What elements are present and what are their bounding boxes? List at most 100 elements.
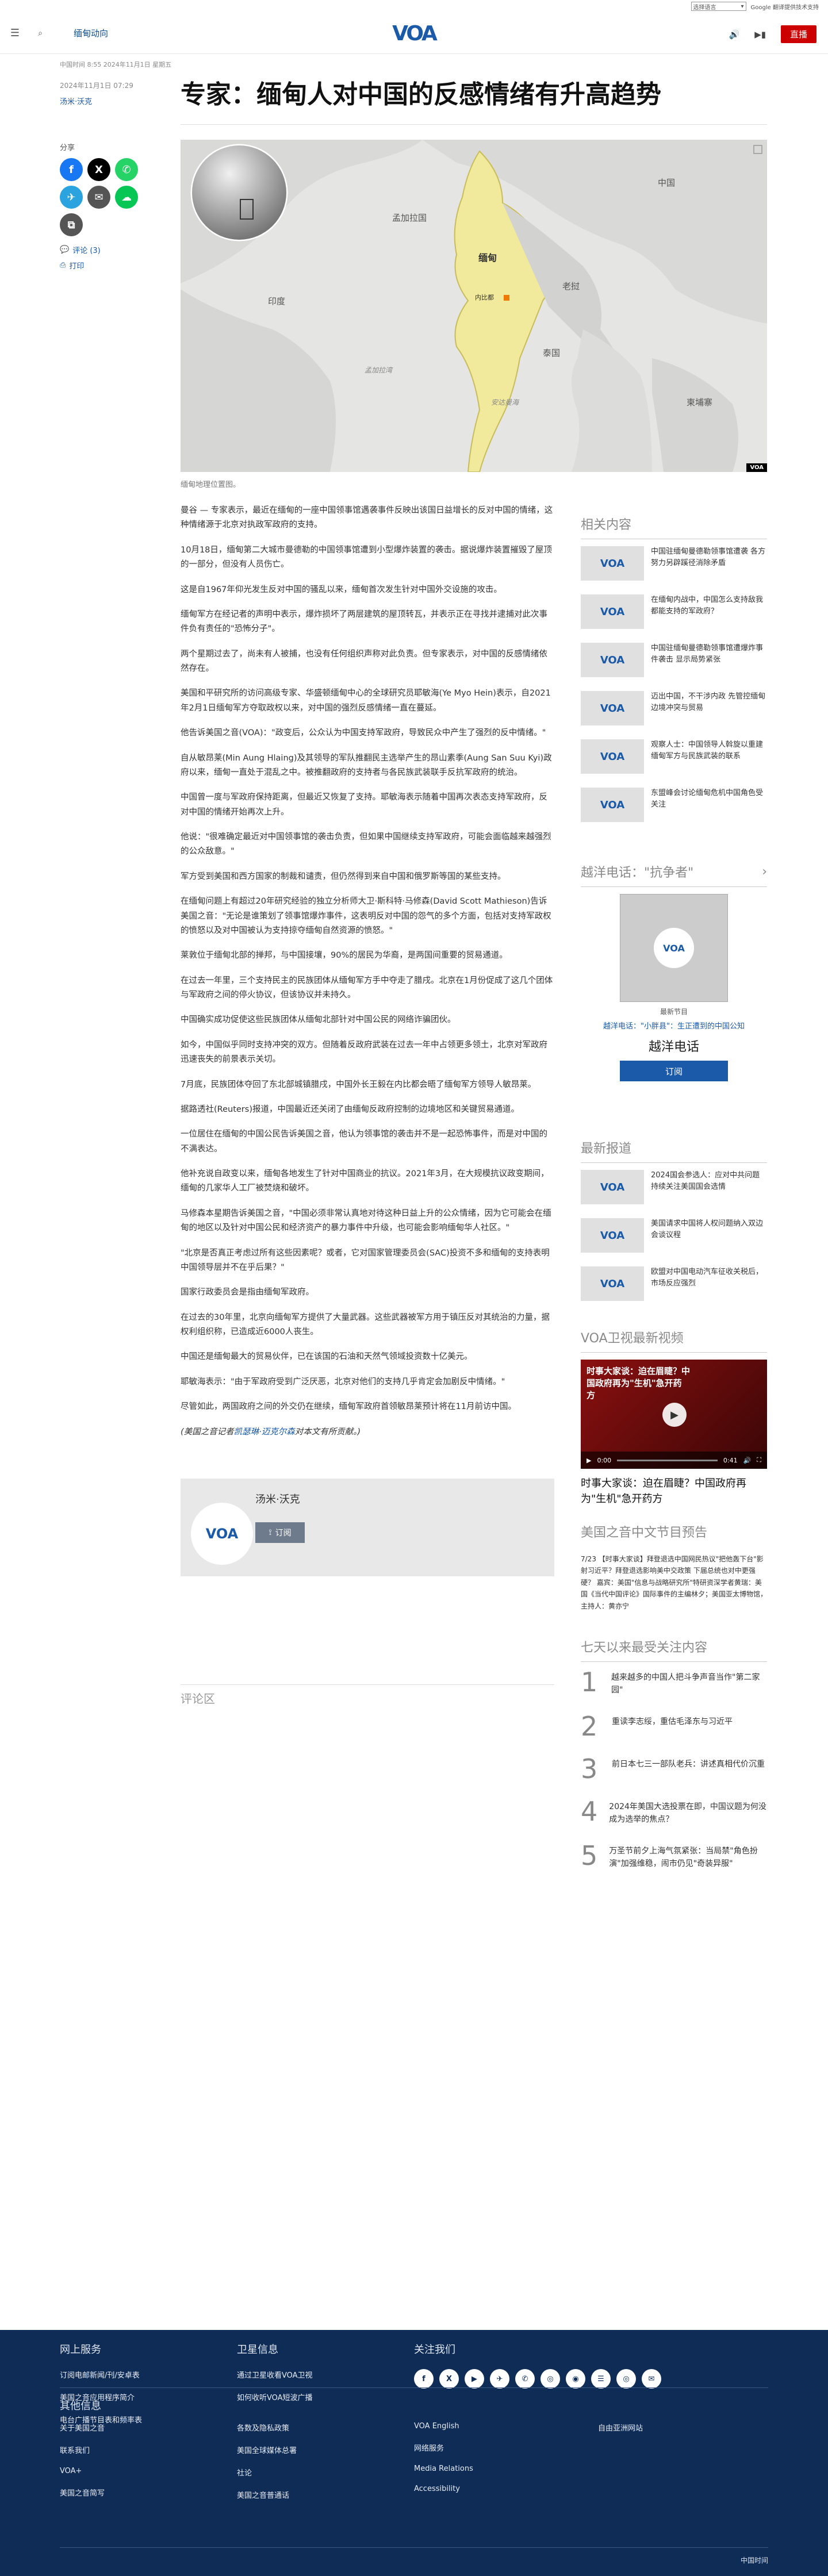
video-icon[interactable]: ▶▮: [754, 29, 766, 40]
footer-link[interactable]: 美国全球媒体总署: [237, 2444, 297, 2455]
list-item[interactable]: VOA 美国请求中国将人权问题纳入双边会谈议程: [581, 1218, 767, 1253]
dateline: 中国时间 8:55 2024年11月1日 星期五: [60, 61, 172, 68]
video-title: VOA卫视最新视频: [581, 1328, 767, 1353]
language-select[interactable]: 选择语言 ▾: [691, 2, 746, 11]
footer-region[interactable]: 中国时间: [741, 2555, 768, 2565]
author-subscribe-button[interactable]: ⟟ 订阅: [255, 1522, 305, 1543]
footer-link[interactable]: 各数及隐私政策: [237, 2422, 297, 2433]
popular-item-title: 前日本七三一部队老兵：讲述真相代价沉重: [612, 1759, 765, 1769]
list-item[interactable]: VOA 迈出中国，不干涉内政 先管控缅甸边境冲突与贸易: [581, 691, 767, 725]
facebook-icon[interactable]: f: [60, 158, 83, 181]
comments-link[interactable]: 💬 评论 (3): [60, 244, 163, 255]
footer-link[interactable]: 订阅电邮新闻/刊/安卓表: [60, 2369, 142, 2380]
thumbnail: VOA: [581, 594, 644, 629]
podcast-episode-link[interactable]: 越洋电话："小胖县"：生正遭到的中国公知: [581, 1020, 767, 1031]
list-item[interactable]: VOA 欧盟对中国电动汽车征收关税后，市场反应强烈: [581, 1266, 767, 1301]
popular-item-title: 重读李志绥，重估毛泽东与习近平: [612, 1717, 733, 1726]
paragraph: 尽管如此，两国政府之间的外交仍在继续，缅甸军政府首领敏昂莱预计将在11月前访中国…: [181, 1402, 516, 1412]
rank-number: 4: [581, 1795, 598, 1827]
article-title: 专家：缅甸人对中国的反感情绪有升高趋势: [181, 80, 661, 109]
list-item[interactable]: VOA 2024国会参选人：应对中共问题持续关注美国国会选情: [581, 1170, 767, 1204]
play-icon[interactable]: ▶: [662, 1403, 687, 1427]
list-item-title: 东盟峰会讨论缅甸危机中国角色受关注: [651, 789, 764, 809]
podcast-subscribe-button[interactable]: 订阅: [620, 1061, 728, 1081]
header-actions: 🔊 ▶▮ 直播: [729, 25, 816, 43]
whatsapp-icon[interactable]: ✆: [515, 2369, 535, 2389]
audio-icon[interactable]: 🔊: [729, 29, 740, 40]
list-item[interactable]: VOA 东盟峰会讨论缅甸危机中国角色受关注: [581, 788, 767, 822]
video-progress[interactable]: [617, 1459, 718, 1461]
footer-link[interactable]: 网络服务: [414, 2442, 473, 2453]
copy-link-icon[interactable]: ⧉: [60, 213, 83, 236]
contributor-link[interactable]: 凯瑟琳·迈克尔森: [234, 1427, 295, 1437]
email-icon[interactable]: ✉: [642, 2369, 661, 2389]
video-headline[interactable]: 时事大家谈：迫在眉睫？中国政府再为"生机"急开药方: [581, 1476, 767, 1507]
related-title-text: 相关内容: [581, 518, 632, 532]
popular-item[interactable]: 4 2024年美国大选投票在即，中国议题为何没成为选举的焦点？: [581, 1798, 767, 1826]
footer-link[interactable]: 美国之音简写: [60, 2487, 105, 2498]
footer-link[interactable]: VOA English: [414, 2422, 473, 2431]
play-small-icon[interactable]: ▶: [586, 1457, 591, 1464]
footer-link[interactable]: 联系我们: [60, 2444, 105, 2455]
video-player[interactable]: 时事大家谈：迫在眉睫？中国政府再为"生机"急开药方 ▶ ▶ 0:00 0:41 …: [581, 1360, 767, 1469]
footer-link[interactable]: 美国之音普通话: [237, 2489, 297, 2500]
x-icon[interactable]: X: [87, 158, 110, 181]
footer-link[interactable]: VOA+: [60, 2467, 105, 2475]
page: 选择语言 ▾ Google 翻译提供技术支持 ☰ ⌕ 缅甸动向 VOA 🔊 ▶▮…: [0, 0, 828, 2576]
telegram-icon[interactable]: ✈: [60, 186, 83, 209]
list-item[interactable]: VOA 中国驻缅甸曼德勒领事馆遭爆炸事件袭击 显示局势紧张: [581, 643, 767, 677]
footer-link[interactable]: 社论: [237, 2467, 297, 2478]
voa-logo[interactable]: VOA: [385, 21, 443, 46]
credit-prefix: (美国之音记者: [181, 1427, 234, 1437]
live-button[interactable]: 直播: [780, 25, 816, 43]
rss-icon[interactable]: ☰: [591, 2369, 611, 2389]
author-name[interactable]: 汤米·沃克: [255, 1491, 300, 1506]
email-icon[interactable]: ✉: [87, 186, 110, 209]
footer-link[interactable]: Media Relations: [414, 2464, 473, 2473]
list-item[interactable]: VOA 中国驻缅甸曼德勒领事馆遭袭 各方努力另辟蹊径消除矛盾: [581, 546, 767, 581]
telegram-icon[interactable]: ✈: [490, 2369, 509, 2389]
podcast-cover[interactable]: VOA: [620, 894, 728, 1002]
popular-item[interactable]: 5 万圣节前夕上海气氛紧张：当局禁"角色扮演"加强维稳，闹市仍见"奇装异服": [581, 1842, 767, 1871]
list-item[interactable]: VOA 在缅甸内战中，中国怎么支持敌我都能支持的军政府？: [581, 594, 767, 629]
footer-link[interactable]: 如何收听VOA短波广播: [237, 2391, 313, 2402]
popular-item[interactable]: 2 重读李志绥，重估毛泽东与习近平: [581, 1713, 767, 1740]
footer-col-2: 各数及隐私政策 美国全球媒体总署 社论 美国之音普通话: [237, 2422, 297, 2512]
list-item-title: 欧盟对中国电动汽车征收关税后，市场反应强烈: [651, 1268, 764, 1288]
footer-link[interactable]: 关于美国之音: [60, 2422, 105, 2433]
facebook-icon[interactable]: f: [414, 2369, 434, 2389]
footer-link[interactable]: Accessibility: [414, 2485, 473, 2493]
map-label-india: 印度: [268, 296, 286, 306]
paragraph: 中国曾一度与军政府保持距离，但最近又恢复了支持。耶敏海表示随着中国再次表态支持军…: [181, 793, 547, 817]
avatar[interactable]: VOA: [191, 1503, 253, 1565]
thumbnail: VOA: [581, 739, 644, 774]
x-icon[interactable]: X: [439, 2369, 459, 2389]
podcast-icon[interactable]: ◉: [566, 2369, 585, 2389]
fullscreen-icon[interactable]: ⛶: [757, 1456, 761, 1464]
paragraph: 美国和平研究所的访问高级专家、华盛顿缅甸中心的全球研究员耶敏海(Ye Myo H…: [181, 689, 551, 713]
latest-title: 最新报道: [581, 1138, 767, 1163]
whatsapp-icon[interactable]: ✆: [115, 158, 138, 181]
popular-item[interactable]: 1 越来越多的中国人把斗争声音当作"第二家园": [581, 1669, 767, 1697]
volume-icon[interactable]: 🔊: [743, 1457, 752, 1464]
list-item-title: 在缅甸内战中，中国怎么支持敌我都能支持的军政府？: [651, 596, 764, 616]
print-link[interactable]: ⎙ 打印: [60, 260, 163, 271]
youtube-icon[interactable]: ▶: [465, 2369, 484, 2389]
share-buttons: f X ✆ ✈ ✉ ☁ ⧉: [60, 158, 163, 236]
footer-link[interactable]: 自由亚洲网站: [598, 2422, 643, 2433]
comment-icon: 💬: [60, 245, 70, 254]
popular-item[interactable]: 3 前日本七三一部队老兵：讲述真相代价沉重: [581, 1756, 767, 1782]
byline[interactable]: 汤米·沃克: [60, 95, 92, 106]
publish-date: 2024年11月1日 07:29: [60, 82, 133, 90]
list-item[interactable]: VOA 观察人士：中国领导人斡旋以重建缅甸军方与民族武装的联系: [581, 739, 767, 774]
footer-link[interactable]: 通过卫星收看VOA卫视: [237, 2369, 313, 2380]
section-link[interactable]: 缅甸动向: [74, 27, 108, 39]
podcast-title[interactable]: 越洋电话："抗争者" ›: [581, 862, 767, 887]
thumbnail: VOA: [581, 691, 644, 725]
menu-icon[interactable]: ☰: [0, 18, 30, 48]
paragraph: 中国还是缅甸最大的贸易伙伴，已在该国的石油和天然气领域投资数十亿美元。: [181, 1352, 473, 1362]
line-icon[interactable]: ☁: [115, 186, 138, 209]
instagram-icon[interactable]: ◎: [540, 2369, 560, 2389]
threads-icon[interactable]: ◎: [616, 2369, 636, 2389]
search-icon[interactable]: ⌕: [30, 29, 51, 38]
